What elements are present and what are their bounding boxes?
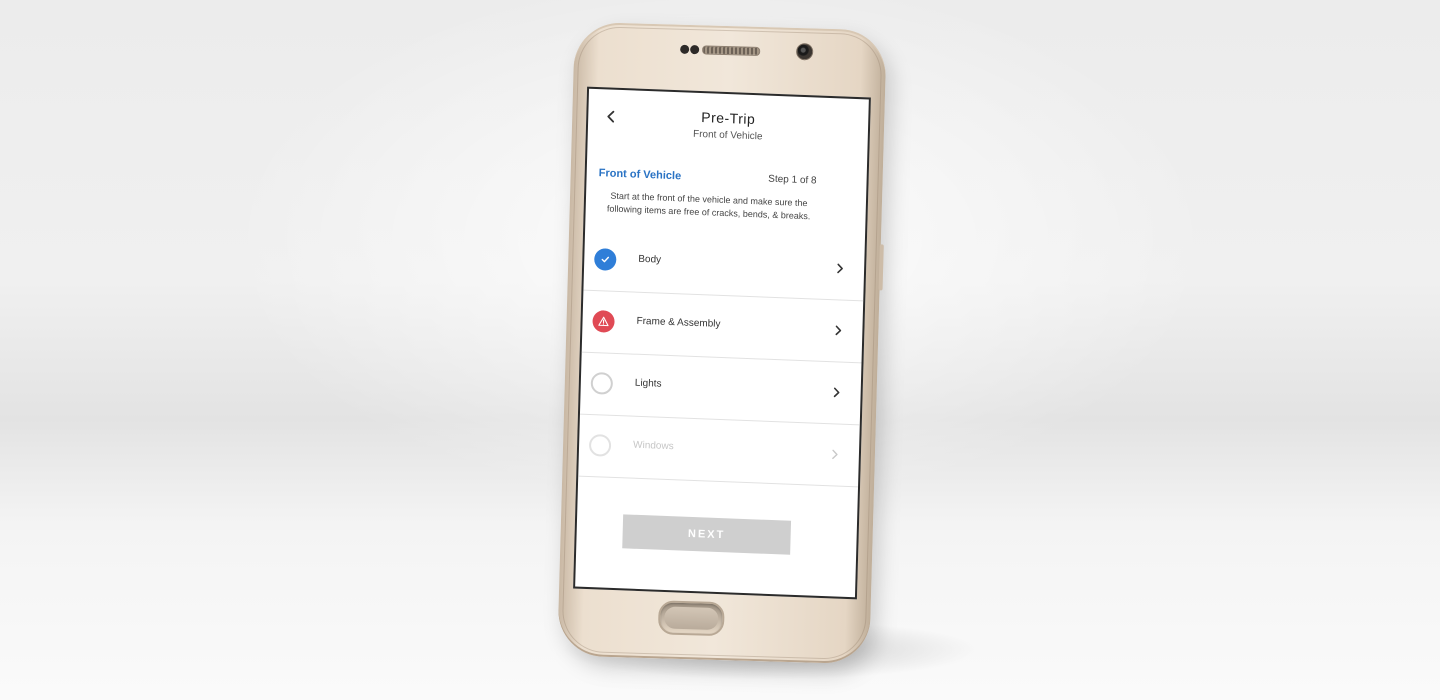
checklist-item-lights[interactable]: Lights — [579, 352, 862, 426]
checklist-item-label: Lights — [634, 377, 662, 390]
step-indicator: Step 1 of 8 — [768, 173, 817, 187]
inspection-instructions: Start at the front of the vehicle and ma… — [606, 190, 811, 222]
empty-circle-icon — [588, 433, 612, 457]
home-button[interactable] — [657, 600, 725, 637]
section-header: Front of Vehicle Step 1 of 8 — [598, 167, 817, 191]
fingerprint-sensor — [664, 606, 719, 630]
checklist-item-body[interactable]: Body — [583, 228, 865, 302]
checklist-item-label: Body — [638, 253, 662, 266]
earpiece-speaker — [702, 45, 761, 56]
checklist: Body Frame & Assembly Lights Windows — [578, 228, 865, 488]
check-icon — [593, 248, 617, 271]
chevron-right-icon — [833, 387, 840, 398]
app-header: Pre-Trip Front of Vehicle — [587, 89, 868, 160]
chevron-right-icon — [837, 263, 843, 274]
phone-screen: Pre-Trip Front of Vehicle Front of Vehic… — [573, 86, 871, 600]
checklist-item-label: Frame & Assembly — [636, 315, 721, 330]
warning-icon — [592, 310, 615, 333]
empty-circle-icon — [590, 371, 614, 395]
chevron-right-icon — [835, 325, 842, 336]
section-title: Front of Vehicle — [598, 167, 682, 183]
next-button[interactable]: NEXT — [622, 514, 792, 555]
phone-device: Pre-Trip Front of Vehicle Front of Vehic… — [557, 21, 887, 665]
checklist-item-windows[interactable]: Windows — [578, 414, 860, 488]
checklist-item-frame-assembly[interactable]: Frame & Assembly — [581, 290, 864, 364]
checklist-item-label: Windows — [632, 439, 674, 453]
chevron-right-icon — [832, 449, 838, 460]
